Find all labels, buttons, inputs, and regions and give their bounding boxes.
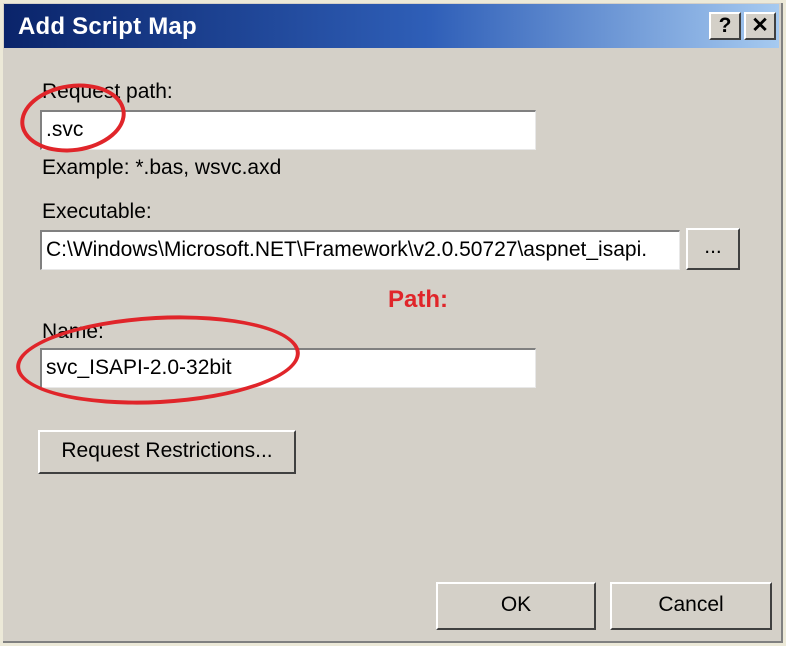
close-icon: ✕ [751, 14, 769, 37]
dialog-title: Add Script Map [18, 13, 197, 40]
help-button[interactable]: ? [709, 12, 741, 40]
close-button[interactable]: ✕ [744, 12, 776, 40]
executable-input[interactable]: C:\Windows\Microsoft.NET\Framework\v2.0.… [40, 230, 680, 270]
request-restrictions-button[interactable]: Request Restrictions... [38, 430, 296, 474]
path-annotation: Path: [388, 286, 448, 313]
cancel-button[interactable]: Cancel [610, 582, 772, 630]
help-icon: ? [718, 14, 732, 37]
request-path-example: Example: *.bas, wsvc.axd [42, 156, 282, 179]
title-bar[interactable]: Add Script Map ? ✕ [4, 4, 779, 48]
executable-label: Executable: [42, 200, 152, 223]
ok-button[interactable]: OK [436, 582, 596, 630]
browse-button[interactable]: ... [686, 228, 740, 270]
